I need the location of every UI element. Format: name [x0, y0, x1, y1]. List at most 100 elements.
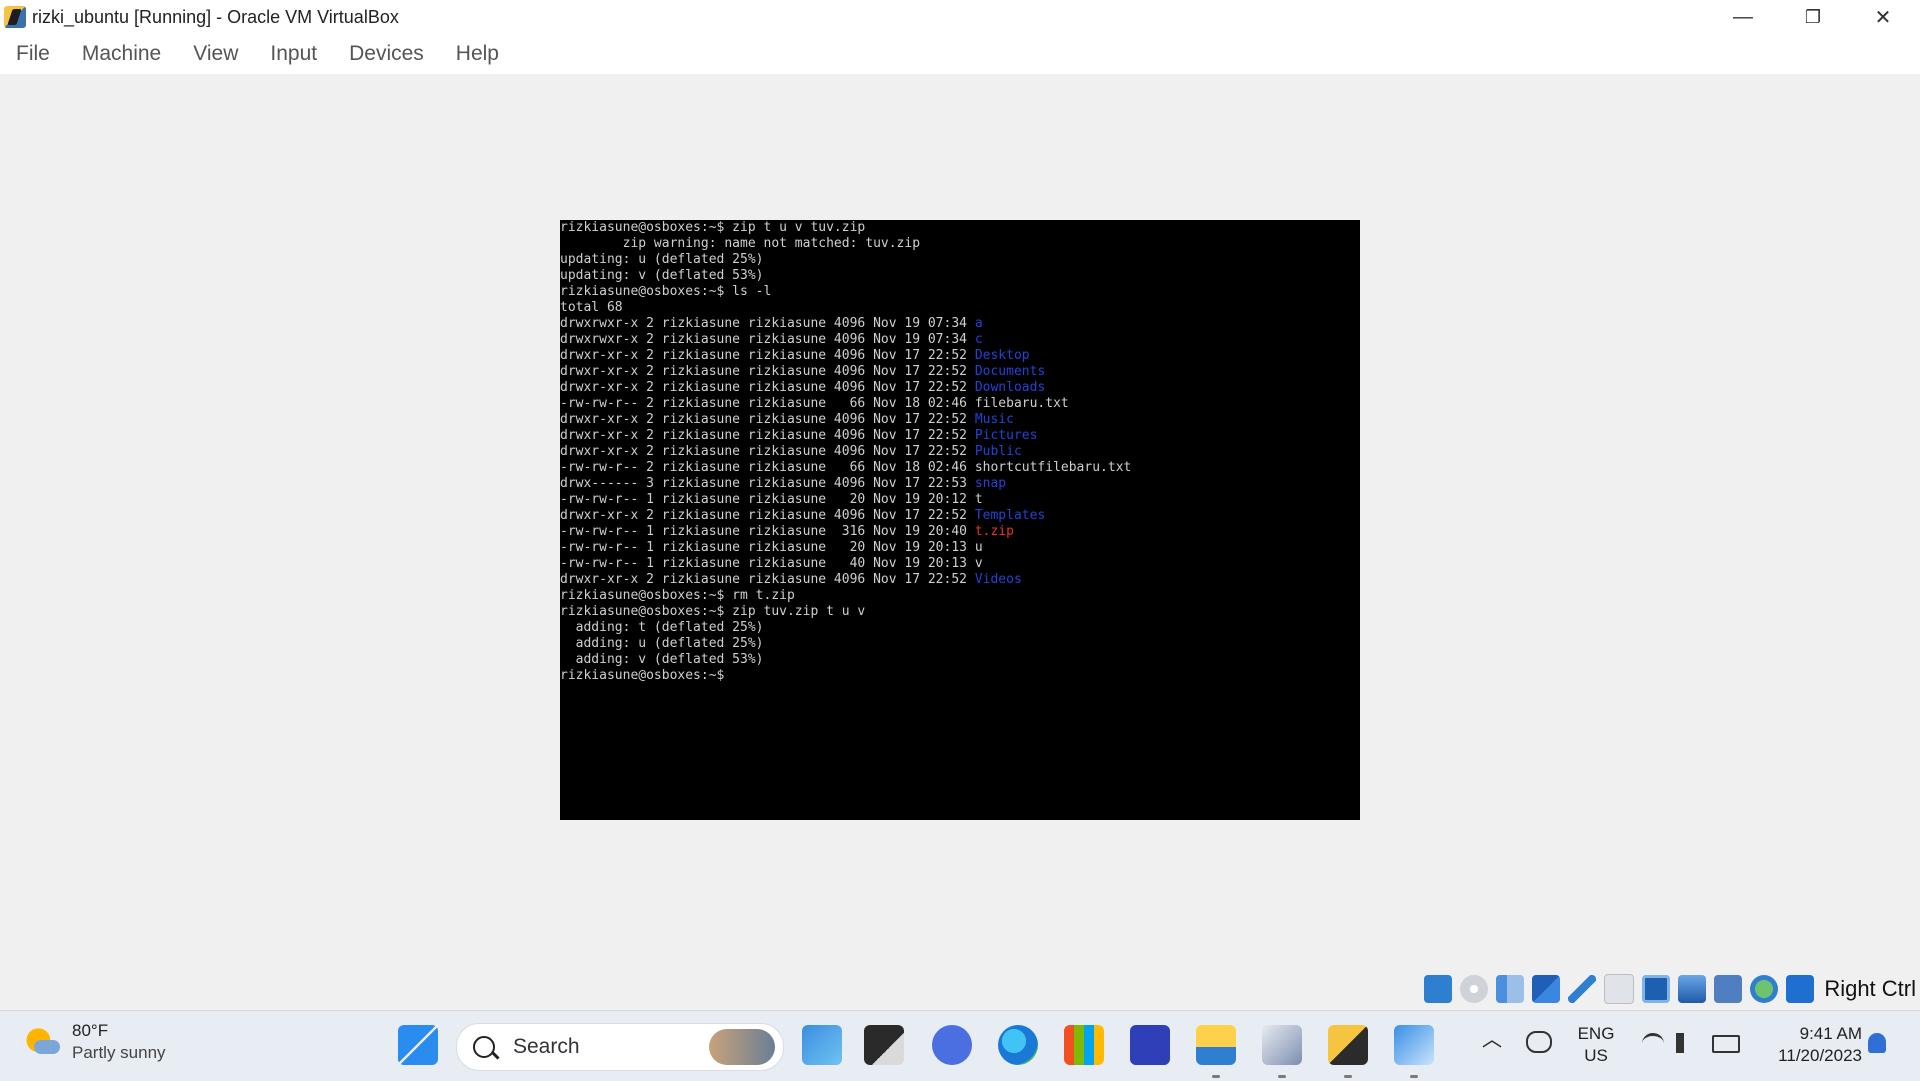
language-code: ENG	[1577, 1024, 1615, 1043]
archive-filename: t.zip	[974, 524, 1014, 539]
running-indicator	[1212, 1075, 1220, 1078]
copilot-pre-icon[interactable]	[802, 1025, 842, 1065]
wifi-icon[interactable]	[1642, 1033, 1664, 1054]
onedrive-icon[interactable]	[1526, 1031, 1552, 1053]
terminal-line: -rw-rw-r-- 1 rizkiasune rizkiasune 316 N…	[560, 524, 1360, 540]
directory-name: Music	[974, 412, 1014, 427]
guest-terminal[interactable]: rizkiasune@osboxes:~$ zip t u v tuv.zip …	[560, 220, 1360, 820]
display-icon[interactable]	[1642, 975, 1671, 1003]
region-code: US	[1584, 1046, 1608, 1065]
menu-file[interactable]: File	[0, 42, 66, 66]
virtualbox-64-icon[interactable]	[1328, 1025, 1368, 1065]
running-indicator	[1410, 1075, 1418, 1078]
search-input[interactable]: Search	[456, 1023, 784, 1071]
terminal-line-text: drwx------ 3 rizkiasune rizkiasune 4096 …	[560, 476, 975, 491]
task-view-icon[interactable]	[864, 1025, 904, 1065]
search-highlight-icon	[709, 1029, 775, 1065]
mouse-integration-icon[interactable]	[1750, 975, 1779, 1003]
terminal-line-text: drwxr-xr-x 2 rizkiasune rizkiasune 4096 …	[560, 444, 975, 459]
terminal-line-text: drwxr-xr-x 2 rizkiasune rizkiasune 4096 …	[560, 348, 975, 363]
audio-icon[interactable]	[1496, 975, 1525, 1003]
clock[interactable]: 9:41 AM 11/20/2023	[1752, 1023, 1862, 1067]
terminal-line: -rw-rw-r-- 1 rizkiasune rizkiasune 40 No…	[560, 556, 1360, 572]
edge-icon[interactable]	[998, 1025, 1038, 1065]
vm-statusbar: Right Ctrl	[1420, 968, 1920, 1010]
terminal-line-text: adding: t (deflated 25%)	[560, 620, 764, 635]
weather-widget[interactable]: 80°F Partly sunny	[24, 1021, 166, 1063]
terminal-line: drwxr-xr-x 2 rizkiasune rizkiasune 4096 …	[560, 380, 1360, 396]
battery-icon[interactable]	[1712, 1035, 1740, 1053]
directory-name: Videos	[974, 572, 1022, 587]
usb-icon[interactable]	[1568, 975, 1597, 1003]
terminal-line: drwxr-xr-x 2 rizkiasune rizkiasune 4096 …	[560, 412, 1360, 428]
terminal-line-text: drwxr-xr-x 2 rizkiasune rizkiasune 4096 …	[560, 428, 975, 443]
visual-studio-icon[interactable]	[1130, 1025, 1170, 1065]
terminal-line-text: zip warning: name not matched: tuv.zip	[560, 236, 921, 251]
terminal-line-text: adding: v (deflated 53%)	[560, 652, 764, 667]
search-label: Search	[513, 1035, 580, 1058]
clock-time: 9:41 AM	[1799, 1024, 1862, 1043]
terminal-line-text: drwxr-xr-x 2 rizkiasune rizkiasune 4096 …	[560, 380, 975, 395]
terminal-line: -rw-rw-r-- 2 rizkiasune rizkiasune 66 No…	[560, 396, 1360, 412]
menu-help[interactable]: Help	[440, 42, 515, 66]
volume-icon[interactable]	[1676, 1033, 1696, 1053]
notification-bell-icon[interactable]	[1868, 1033, 1886, 1053]
directory-name: snap	[974, 476, 1007, 491]
search-icon	[473, 1036, 495, 1058]
start-icon[interactable]	[398, 1025, 438, 1065]
menu-bar: File Machine View Input Devices Help	[0, 34, 1920, 74]
terminal-line: drwxr-xr-x 2 rizkiasune rizkiasune 4096 …	[560, 444, 1360, 460]
terminal-line: drwxrwxr-x 2 rizkiasune rizkiasune 4096 …	[560, 316, 1360, 332]
hard-disk-icon[interactable]	[1424, 975, 1453, 1003]
terminal-line-text: rizkiasune@osboxes:~$ ls -l	[560, 284, 772, 299]
menu-devices[interactable]: Devices	[333, 42, 440, 66]
video-capture-icon[interactable]	[1678, 975, 1707, 1003]
terminal-line: drwxr-xr-x 2 rizkiasune rizkiasune 4096 …	[560, 572, 1360, 588]
terminal-line: drwxr-xr-x 2 rizkiasune rizkiasune 4096 …	[560, 364, 1360, 380]
terminal-line: zip warning: name not matched: tuv.zip	[560, 236, 1360, 252]
terminal-line: -rw-rw-r-- 2 rizkiasune rizkiasune 66 No…	[560, 460, 1360, 476]
terminal-line: rizkiasune@osboxes:~$ ls -l	[560, 284, 1360, 300]
language-indicator[interactable]: ENG US	[1576, 1023, 1616, 1067]
menu-machine[interactable]: Machine	[66, 42, 177, 66]
terminal-line-text: rizkiasune@osboxes:~$ zip t u v tuv.zip	[560, 220, 866, 235]
terminal-line-text: total 68	[560, 300, 623, 315]
store-icon[interactable]	[1064, 1025, 1104, 1065]
vrdp-icon[interactable]	[1714, 975, 1743, 1003]
chat-icon[interactable]	[932, 1025, 972, 1065]
restore-button[interactable]: ❐	[1778, 0, 1848, 34]
shared-folders-icon[interactable]	[1604, 974, 1635, 1004]
window-titlebar: rizki_ubuntu [Running] - Oracle VM Virtu…	[0, 0, 1920, 34]
terminal-line-text: updating: u (deflated 25%)	[560, 252, 764, 267]
close-button[interactable]: ✕	[1848, 0, 1918, 34]
terminal-line: rizkiasune@osboxes:~$ zip tuv.zip t u v	[560, 604, 1360, 620]
terminal-line-text: updating: v (deflated 53%)	[560, 268, 764, 283]
host-key-label: Right Ctrl	[1824, 976, 1916, 1001]
terminal-line-text: rizkiasune@osboxes:~$ rm t.zip	[560, 588, 795, 603]
terminal-line-text: -rw-rw-r-- 2 rizkiasune rizkiasune 66 No…	[560, 396, 1069, 411]
weather-temperature: 80°F	[72, 1021, 109, 1040]
terminal-line: adding: v (deflated 53%)	[560, 652, 1360, 668]
minimize-button[interactable]: —	[1708, 0, 1778, 34]
terminal-line: adding: t (deflated 25%)	[560, 620, 1360, 636]
chevron-up-icon[interactable]: ︿	[1482, 1029, 1502, 1051]
file-explorer-icon[interactable]	[1196, 1025, 1236, 1065]
terminal-line: -rw-rw-r-- 1 rizkiasune rizkiasune 20 No…	[560, 492, 1360, 508]
terminal-line: rizkiasune@osboxes:~$	[560, 668, 1360, 684]
running-indicator	[1344, 1075, 1352, 1078]
virtualbox-icon[interactable]	[1262, 1025, 1302, 1065]
menu-input[interactable]: Input	[254, 42, 333, 66]
keyboard-capture-icon[interactable]	[1786, 975, 1815, 1003]
terminal-line-text: drwxrwxr-x 2 rizkiasune rizkiasune 4096 …	[560, 332, 975, 347]
terminal-line-text: drwxr-xr-x 2 rizkiasune rizkiasune 4096 …	[560, 364, 975, 379]
network-icon[interactable]	[1532, 975, 1561, 1003]
terminal-line: adding: u (deflated 25%)	[560, 636, 1360, 652]
terminal-line-text: -rw-rw-r-- 1 rizkiasune rizkiasune 20 No…	[560, 540, 983, 555]
terminal-line-text: -rw-rw-r-- 2 rizkiasune rizkiasune 66 No…	[560, 460, 1132, 475]
terminal-line: -rw-rw-r-- 1 rizkiasune rizkiasune 20 No…	[560, 540, 1360, 556]
terminal-line-text: -rw-rw-r-- 1 rizkiasune rizkiasune 40 No…	[560, 556, 983, 571]
paint-icon[interactable]	[1394, 1025, 1434, 1065]
terminal-line: drwxr-xr-x 2 rizkiasune rizkiasune 4096 …	[560, 348, 1360, 364]
menu-view[interactable]: View	[177, 42, 254, 66]
optical-drive-icon[interactable]	[1460, 975, 1489, 1003]
